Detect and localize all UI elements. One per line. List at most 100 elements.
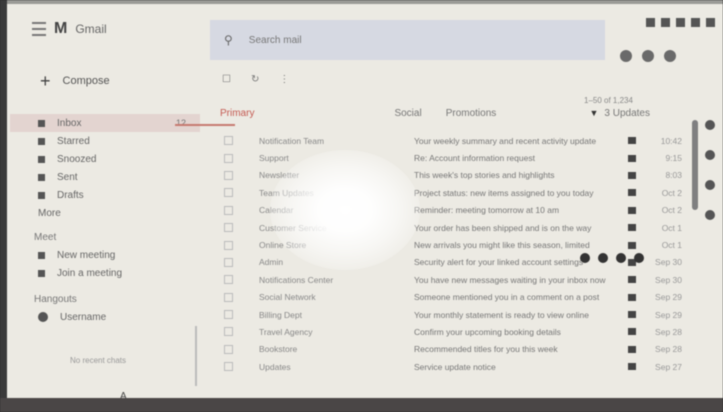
row-checkbox[interactable] bbox=[224, 136, 233, 146]
tab-social[interactable]: Social bbox=[384, 108, 421, 119]
keep-icon[interactable] bbox=[705, 150, 715, 160]
snooze-icon[interactable] bbox=[634, 253, 644, 263]
row-checkbox[interactable] bbox=[224, 205, 233, 215]
tag-icon: ▼ bbox=[589, 108, 599, 118]
email-sender: Travel Agency bbox=[259, 326, 313, 337]
label-icon bbox=[628, 311, 636, 319]
window-icon[interactable] bbox=[676, 18, 685, 27]
sidebar-item-chat-user[interactable]: Username bbox=[10, 308, 200, 326]
search-bar[interactable]: ⚲ Search mail bbox=[210, 20, 605, 60]
table-row[interactable]: Customer Service Your order has been ship… bbox=[218, 219, 690, 236]
more-options-icon[interactable]: ⋮ bbox=[279, 74, 289, 85]
refresh-icon[interactable]: ↻ bbox=[251, 74, 259, 85]
table-row[interactable]: Travel Agency Confirm your upcoming booki… bbox=[218, 323, 690, 340]
sidebar-item-label: New meeting bbox=[57, 249, 116, 261]
row-checkbox[interactable] bbox=[224, 275, 233, 285]
row-checkbox[interactable] bbox=[224, 327, 233, 337]
table-row[interactable]: Bookstore Recommended titles for you this… bbox=[218, 341, 690, 358]
email-subject: Re: Account information request bbox=[414, 153, 535, 164]
row-checkbox[interactable] bbox=[224, 223, 233, 233]
label-icon bbox=[628, 241, 636, 249]
divider bbox=[195, 326, 197, 386]
label-icon bbox=[628, 189, 636, 197]
email-date: Sep 28 bbox=[655, 326, 682, 337]
sidebar-item-join-meeting[interactable]: Join a meeting bbox=[10, 264, 200, 282]
sidebar-item-starred[interactable]: Starred bbox=[10, 132, 200, 150]
scrollbar[interactable] bbox=[692, 120, 698, 210]
table-row[interactable]: Billing Dept Your monthly statement is re… bbox=[218, 306, 690, 323]
label-icon bbox=[628, 345, 636, 353]
calendar-icon[interactable] bbox=[705, 120, 715, 130]
label-icon bbox=[628, 276, 636, 284]
email-subject: Your weekly summary and recent activity … bbox=[414, 135, 597, 146]
sidebar-item-snoozed[interactable]: Snoozed bbox=[10, 150, 200, 168]
row-checkbox[interactable] bbox=[224, 170, 233, 180]
email-sender: Notifications Center bbox=[259, 274, 334, 285]
email-subject: Your order has been shipped and is on th… bbox=[414, 222, 592, 233]
video-icon bbox=[38, 251, 45, 259]
inbox-icon bbox=[38, 119, 45, 127]
row-checkbox[interactable] bbox=[224, 188, 233, 198]
row-checkbox[interactable] bbox=[224, 153, 233, 163]
tab-promotions[interactable]: Promotions bbox=[436, 108, 497, 119]
row-checkbox[interactable] bbox=[224, 344, 233, 354]
row-checkbox[interactable] bbox=[224, 310, 233, 320]
email-sender: Customer Service bbox=[259, 222, 327, 233]
sidebar-item-label: Starred bbox=[57, 135, 90, 147]
screen: M Gmail + Compose Inbox 12 Starred Snooz… bbox=[0, 0, 723, 412]
table-row[interactable]: Newsletter This week's top stories and hi… bbox=[218, 167, 690, 184]
sidebar-item-drafts[interactable]: Drafts bbox=[10, 186, 200, 204]
window-icon[interactable] bbox=[646, 18, 655, 27]
search-icon[interactable]: ⚲ bbox=[224, 33, 233, 47]
contacts-icon[interactable] bbox=[705, 210, 715, 220]
label-icon bbox=[628, 137, 636, 145]
tab-updates[interactable]: ▼ 3 Updates bbox=[579, 108, 650, 119]
email-date: Sep 29 bbox=[655, 292, 682, 303]
email-sender: Social Network bbox=[259, 292, 316, 303]
window-icon[interactable] bbox=[691, 18, 700, 27]
hangouts-heading: Hangouts bbox=[34, 293, 77, 305]
tab-primary[interactable]: Primary bbox=[210, 108, 254, 119]
window-icon[interactable] bbox=[706, 18, 715, 27]
table-row[interactable]: Support Re: Account information request 9:… bbox=[218, 149, 690, 166]
search-input[interactable]: Search mail bbox=[249, 35, 302, 46]
table-row[interactable]: Notifications Center You have new message… bbox=[218, 271, 690, 288]
select-all-checkbox[interactable]: ☐ bbox=[222, 74, 231, 85]
account-actions bbox=[620, 50, 676, 62]
row-checkbox[interactable] bbox=[224, 362, 233, 372]
sidebar-item-inbox[interactable]: Inbox 12 bbox=[10, 114, 200, 132]
table-row[interactable]: Online Store New arrivals you might like … bbox=[218, 236, 690, 253]
table-row[interactable]: Team Updates Project status: new items as… bbox=[218, 184, 690, 201]
sidebar-item-more[interactable]: More bbox=[10, 204, 200, 222]
window-icon[interactable] bbox=[661, 18, 670, 27]
email-subject: You have new messages waiting in your in… bbox=[414, 274, 606, 285]
email-subject: Your monthly statement is ready to view … bbox=[414, 309, 589, 320]
label-icon bbox=[628, 206, 636, 214]
monitor-bezel-left bbox=[0, 0, 7, 412]
mark-read-icon[interactable] bbox=[616, 253, 626, 263]
settings-icon[interactable] bbox=[642, 50, 654, 62]
plus-icon: + bbox=[40, 71, 51, 91]
table-row[interactable]: Calendar Reminder: meeting tomorrow at 10… bbox=[218, 202, 690, 219]
sidebar-item-label: Inbox bbox=[57, 117, 82, 129]
compose-button[interactable]: + Compose bbox=[40, 72, 110, 90]
tasks-icon[interactable] bbox=[705, 180, 715, 190]
archive-icon[interactable] bbox=[580, 253, 590, 263]
table-row[interactable]: Updates Service update notice Sep 27 bbox=[218, 358, 690, 375]
row-checkbox[interactable] bbox=[224, 257, 233, 267]
monitor-bezel-top bbox=[0, 0, 723, 4]
sidebar-item-new-meeting[interactable]: New meeting bbox=[10, 246, 200, 264]
help-icon[interactable] bbox=[620, 50, 632, 62]
table-row[interactable]: Notification Team Your weekly summary and… bbox=[218, 132, 690, 149]
sidebar-item-label: Drafts bbox=[57, 189, 84, 201]
table-row[interactable]: Social Network Someone mentioned you in a… bbox=[218, 289, 690, 306]
email-sender: Calendar bbox=[259, 205, 294, 216]
menu-icon[interactable] bbox=[32, 22, 46, 36]
sidebar-item-sent[interactable]: Sent bbox=[10, 168, 200, 186]
category-tabs: Primary Social Promotions ▼ 3 Updates bbox=[210, 104, 690, 122]
row-checkbox[interactable] bbox=[224, 292, 233, 302]
sidebar-item-label: Join a meeting bbox=[57, 267, 123, 279]
delete-icon[interactable] bbox=[598, 253, 608, 263]
apps-icon[interactable] bbox=[664, 50, 676, 62]
row-checkbox[interactable] bbox=[224, 240, 233, 250]
